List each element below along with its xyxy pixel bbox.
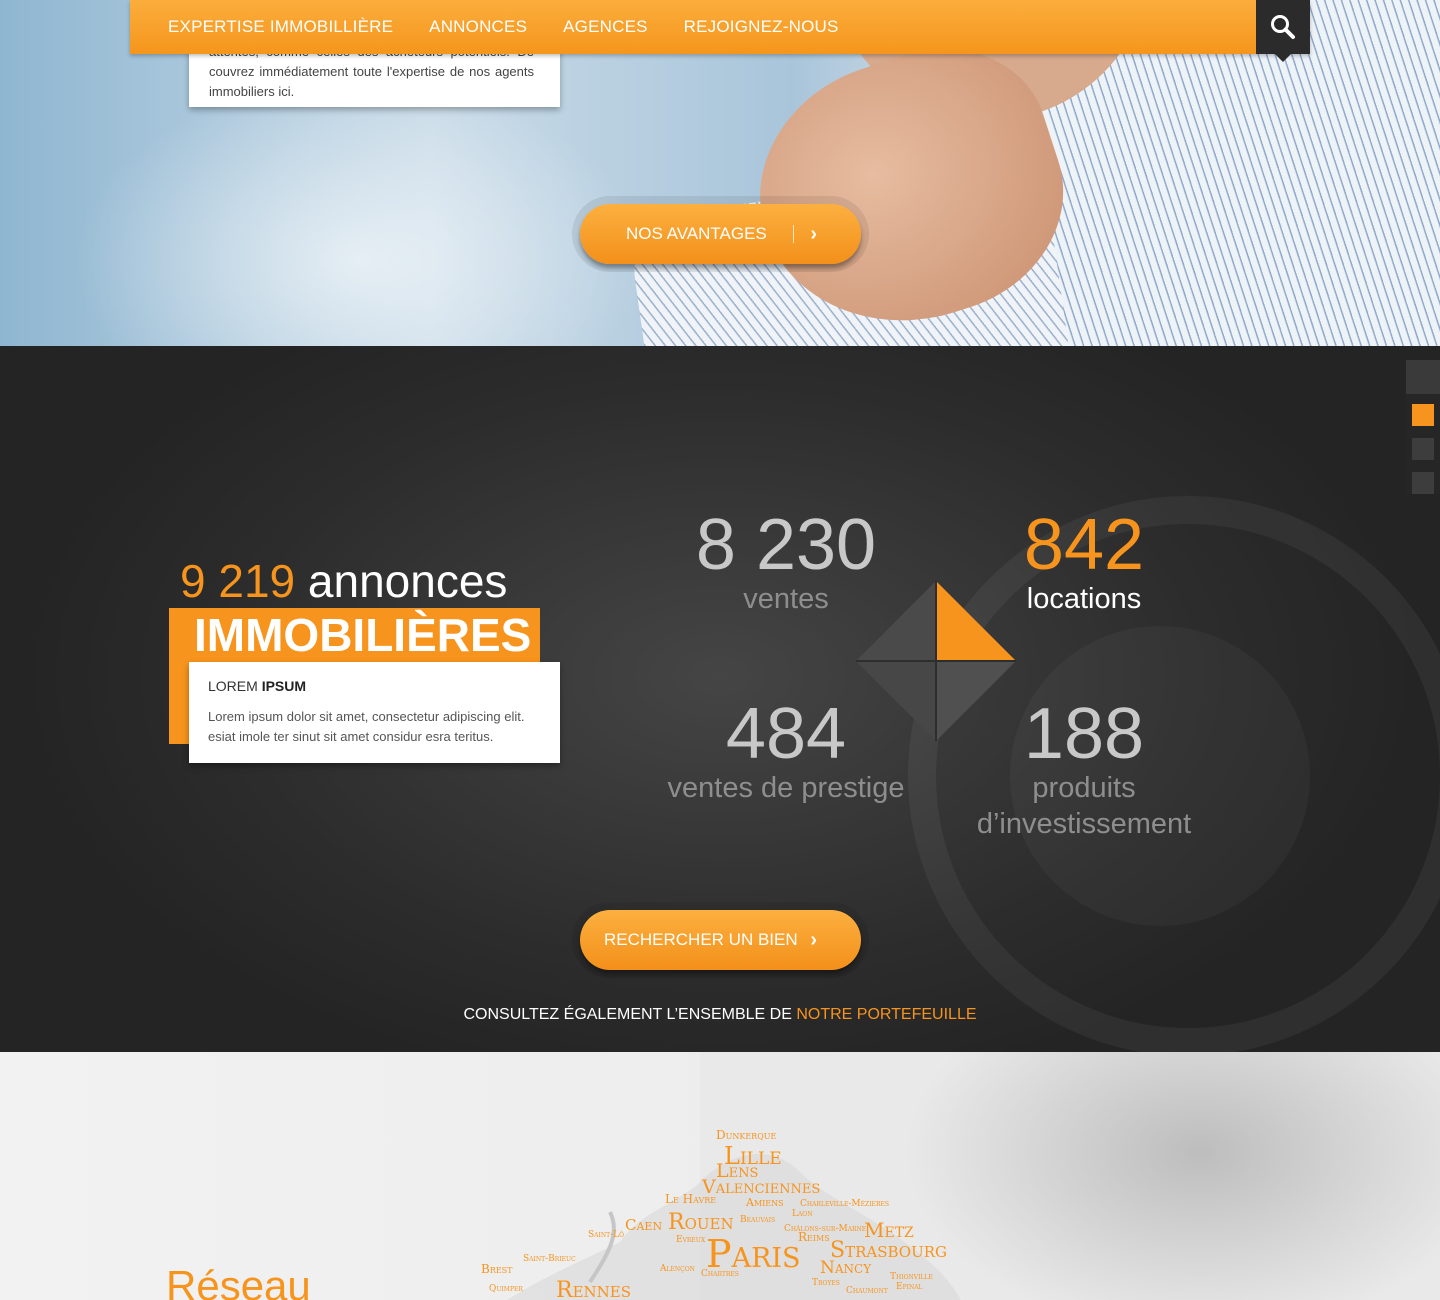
listings-count: 9 219 [180,555,296,607]
nav-item-rejoignez[interactable]: REJOIGNEZ-NOUS [684,17,839,37]
portfolio-line: CONSULTEZ ÉGALEMENT L’ENSEMBLE DE NOTRE … [0,1006,1440,1024]
city-label[interactable]: Evreux [676,1235,705,1245]
info-card-title: LOREM IPSUM [208,678,542,694]
city-label[interactable]: Beauvais [740,1215,775,1225]
city-label[interactable]: Chartres [701,1269,739,1279]
stat-value: 8 230 [695,505,877,585]
city-label[interactable]: Rennes [556,1278,631,1300]
city-label[interactable]: Epinal [896,1282,923,1292]
stat-value: 188 [1023,694,1145,774]
city-label[interactable]: Dunkerque [716,1128,776,1142]
city-label[interactable]: Nancy [820,1258,871,1278]
network-title: Réseau [166,1262,311,1300]
city-label[interactable]: Reims [798,1230,830,1244]
city-label[interactable]: Le Havre [665,1192,716,1206]
stat-label: ventes [743,583,829,615]
city-label[interactable]: Saint-Brieuc [523,1254,576,1264]
search-property-button-label: RECHERCHER UN BIEN [604,930,798,949]
stat-value: 484 [725,694,847,774]
nav-item-agences[interactable]: AGENCES [563,17,648,37]
search-property-button[interactable]: RECHERCHER UN BIEN › [580,910,861,970]
pager-dot-active[interactable] [1412,404,1434,426]
city-label[interactable]: Chaumont [846,1286,888,1296]
portfolio-link[interactable]: NOTRE PORTEFEUILLE [796,1006,976,1023]
stats-section: 9 219 annonces IMMOBILIÈRES LOREM IPSUM … [0,346,1440,1052]
section-pager [1406,360,1440,494]
chevron-right-icon: › [810,928,817,951]
stat-value: 842 [1023,505,1145,585]
stat-prestige: 484 ventes de prestige [636,698,936,806]
stat-label: produits d’investissement [976,772,1192,840]
nav-item-annonces[interactable]: ANNONCES [429,17,527,37]
city-label[interactable]: Alençon [660,1264,695,1274]
info-card-title-bold: IPSUM [261,678,307,694]
listings-count-heading: 9 219 annonces [180,554,507,608]
city-label[interactable]: Quimper [489,1284,523,1294]
stat-label: locations [1026,583,1142,615]
stat-locations: 842 locations [934,509,1234,617]
portfolio-prefix: CONSULTEZ ÉGALEMENT L’ENSEMBLE DE [463,1006,792,1023]
advantages-button[interactable]: NOS AVANTAGES › [580,204,861,264]
city-label[interactable]: Thionville [890,1272,933,1282]
pager-dot[interactable] [1412,438,1434,460]
stat-ventes: 8 230 ventes [636,509,936,617]
city-label[interactable]: Laon [792,1209,812,1219]
pager-top [1406,360,1440,394]
pager-dot[interactable] [1412,472,1434,494]
listings-count-suffix: annonces [307,555,508,607]
advantages-button-label: NOS AVANTAGES [626,224,767,243]
search-button[interactable] [1256,0,1310,62]
city-label[interactable]: Troyes [812,1278,840,1288]
city-label[interactable]: Valenciennes [702,1176,820,1198]
search-icon [1271,15,1295,39]
info-card: LOREM IPSUM Lorem ipsum dolor sit amet, … [189,662,560,763]
city-label[interactable]: Caen [625,1216,662,1234]
info-card-title-light: LOREM [208,678,258,694]
listings-title: IMMOBILIÈRES [194,609,532,661]
network-section: Réseau Dunkerque Lille Lens Valenciennes… [0,1052,1440,1300]
info-card-text: Lorem ipsum dolor sit amet, consectetur … [208,709,525,744]
city-label[interactable]: Amiens [746,1196,784,1209]
stat-investissement: 188 produits d’investissement [954,698,1214,842]
button-separator [793,225,795,243]
chevron-right-icon: › [810,222,817,245]
stat-label: ventes de prestige [667,772,905,804]
city-label[interactable]: Charleville-Mézieres [800,1199,889,1209]
nav-item-expertise[interactable]: EXPERTISE IMMOBILLIÈRE [168,17,393,37]
city-label[interactable]: Saint-Lô [588,1230,624,1240]
main-nav: EXPERTISE IMMOBILLIÈRE ANNONCES AGENCES … [130,0,1310,62]
city-label[interactable]: Brest [481,1262,513,1276]
